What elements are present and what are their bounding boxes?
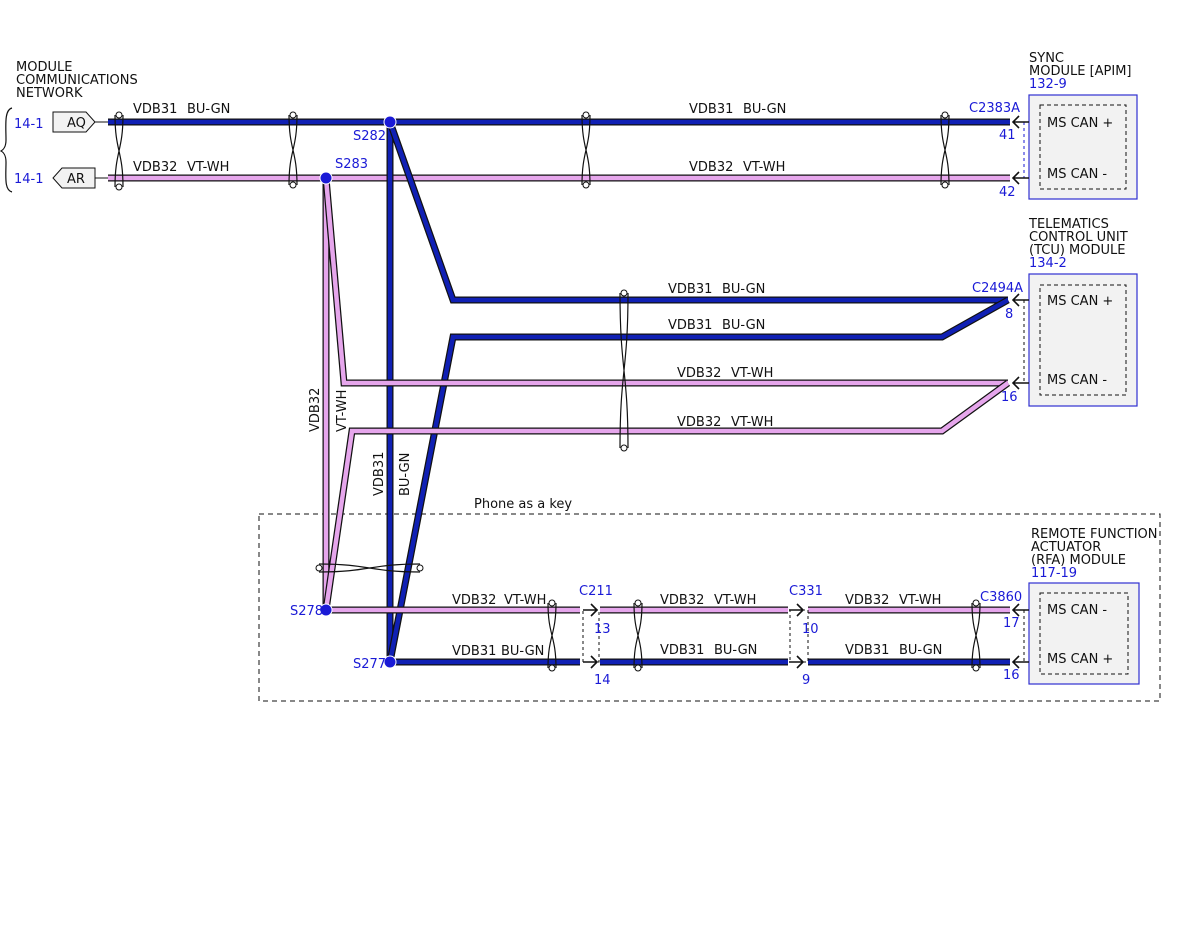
wire-label-rfa3-vtwh: VT-WH — [899, 593, 941, 608]
c331-pin-vt-number: 10 — [802, 622, 819, 637]
network-brace — [0, 107, 13, 193]
wire-label-tcu2-vdb31: VDB31 — [668, 318, 712, 333]
splice-s277-label: S277 — [353, 657, 386, 672]
rfa-pin-16-signal: MS CAN + — [1047, 652, 1113, 667]
wire-label-vert-vtwh: VT-WH — [335, 390, 350, 432]
wire-label-sync-vdb31: VDB31 — [689, 102, 733, 117]
wire-vdb32-s283-to-tcu — [322, 177, 1008, 387]
sync-pin-41-arrow — [1011, 115, 1029, 129]
wire-label-rfa1-vdb32: VDB32 — [452, 593, 496, 608]
splice-s283-label: S283 — [335, 157, 368, 172]
wire-label-tcu1-vdb31: VDB31 — [668, 282, 712, 297]
tcu-pin-16-signal: MS CAN - — [1047, 373, 1107, 388]
wire-label-tcu1-bugn: BU-GN — [722, 282, 765, 297]
tcu-pin-16-arrow — [1011, 376, 1029, 390]
wire-label-vert-bugn: BU-GN — [398, 453, 413, 496]
wire-label-rfa1-bugn: BU-GN — [501, 644, 544, 659]
rfa-pin-16-arrow — [1011, 655, 1029, 669]
wire-label-vert-vdb32: VDB32 — [308, 388, 323, 432]
inline-connector-c331: C331 10 9 — [789, 584, 823, 688]
wire-label-tcu3-vdb32: VDB32 — [677, 366, 721, 381]
sync-connector-id: C2383A — [969, 101, 1020, 116]
wire-label-tcu3-vtwh: VT-WH — [731, 366, 773, 381]
wire-label-tcu4-vtwh: VT-WH — [731, 415, 773, 430]
tcu-page-ref: 134-2 — [1029, 256, 1067, 271]
wire-label-top-bugn: BU-GN — [187, 102, 230, 117]
connector-tag-aq-label: AQ — [67, 116, 86, 131]
wire-label-rfa1-vtwh: VT-WH — [504, 593, 546, 608]
wire-label-rfa3-vdb31: VDB31 — [845, 643, 889, 658]
sync-pin-41-signal: MS CAN + — [1047, 116, 1113, 131]
rfa-pin-17-signal: MS CAN - — [1047, 603, 1107, 618]
inline-connector-c211: C211 13 14 — [579, 584, 613, 688]
rfa-pin-17-arrow — [1011, 603, 1029, 617]
wire-label-sync-vtwh: VT-WH — [743, 160, 785, 175]
network-page-ref-1: 14-1 — [14, 117, 44, 132]
wire-label-rfa2-vdb31: VDB31 — [660, 643, 704, 658]
wire-label-top-vtwh: VT-WH — [187, 160, 229, 175]
c331-pin-9-arrow — [789, 655, 805, 669]
network-page-ref-2: 14-1 — [14, 172, 44, 187]
splice-s278-label: S278 — [290, 604, 323, 619]
c331-pin-bu-number: 9 — [802, 673, 810, 688]
splice-s277: S277 — [353, 655, 397, 672]
sync-pin-42-arrow — [1011, 171, 1029, 185]
wire-vdb32-s278-to-tcu — [322, 380, 1011, 611]
wire-layer — [108, 118, 1011, 666]
rfa-pin-16-number: 16 — [1003, 668, 1020, 683]
tcu-pin-16-number: 16 — [1001, 390, 1018, 405]
wire-label-tcu2-bugn: BU-GN — [722, 318, 765, 333]
wire-label-top-vdb31: VDB31 — [133, 102, 177, 117]
wire-label-rfa2-vdb32: VDB32 — [660, 593, 704, 608]
wire-label-top-vdb32: VDB32 — [133, 160, 177, 175]
network-reference: MODULE COMMUNICATIONS NETWORK 14-1 14-1 … — [0, 60, 138, 193]
rfa-pin-17-number: 17 — [1003, 616, 1020, 631]
wire-label-rfa3-vdb32: VDB32 — [845, 593, 889, 608]
twist-marker-tcu — [619, 289, 629, 452]
sync-module-box — [1028, 94, 1138, 200]
wiring-diagram: Phone as a key MODULE COMMUNICATIONS NET… — [0, 51, 1161, 702]
sync-page-ref: 132-9 — [1029, 77, 1067, 92]
wire-vdb31-s282-to-tcu — [386, 120, 1008, 304]
sync-pin-42-signal: MS CAN - — [1047, 167, 1107, 182]
phone-as-key-label: Phone as a key — [474, 497, 572, 512]
wire-label-tcu4-vdb32: VDB32 — [677, 415, 721, 430]
wire-label-rfa2-vtwh: VT-WH — [714, 593, 756, 608]
wire-label-rfa2-bugn: BU-GN — [714, 643, 757, 658]
sync-pin-41-number: 41 — [999, 128, 1016, 143]
c211-pin-14-arrow — [583, 655, 599, 669]
rfa-module-box — [1028, 582, 1140, 685]
c211-pin-bu-number: 14 — [594, 673, 611, 688]
connector-tag-ar-label: AR — [67, 172, 85, 187]
c211-pin-13-arrow — [583, 603, 599, 617]
wire-label-vert-vdb31: VDB31 — [372, 452, 387, 496]
wire-label-sync-vdb32: VDB32 — [689, 160, 733, 175]
wire-label-rfa1-vdb31: VDB31 — [452, 644, 496, 659]
splice-s278: S278 — [290, 603, 333, 619]
tcu-pin-8-number: 8 — [1005, 307, 1013, 322]
rfa-connector-id: C3860 — [980, 590, 1022, 605]
twist-marker-layer — [114, 111, 981, 672]
network-title-line-3: NETWORK — [16, 86, 83, 101]
tcu-module: TELEMATICS CONTROL UNIT (TCU) MODULE 134… — [972, 217, 1138, 407]
sync-pin-42-number: 42 — [999, 185, 1016, 200]
tcu-pin-8-signal: MS CAN + — [1047, 294, 1113, 309]
tcu-connector-id: C2494A — [972, 281, 1023, 296]
rfa-page-ref: 117-19 — [1031, 566, 1077, 581]
c211-label: C211 — [579, 584, 613, 599]
c331-label: C331 — [789, 584, 823, 599]
c211-pin-vt-number: 13 — [594, 622, 611, 637]
wire-label-sync-bugn: BU-GN — [743, 102, 786, 117]
wire-label-rfa3-bugn: BU-GN — [899, 643, 942, 658]
splice-s282-label: S282 — [353, 129, 386, 144]
c331-pin-10-arrow — [789, 603, 805, 617]
